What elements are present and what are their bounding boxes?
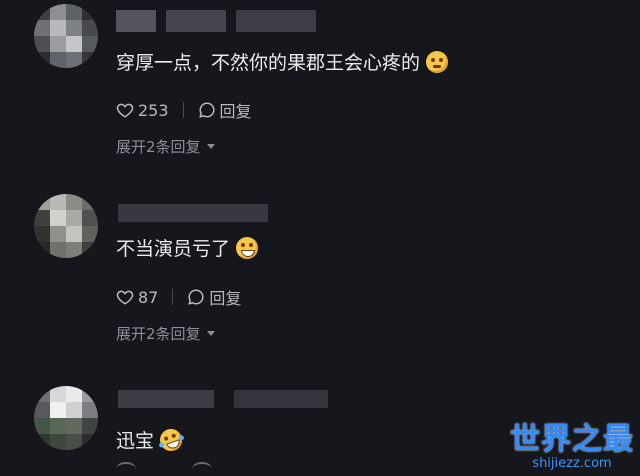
divider [172,289,174,305]
avatar[interactable] [34,194,98,258]
comment-bubble-icon [188,289,204,305]
divider [182,102,184,118]
reply-label: 回复 [209,289,242,308]
avatar[interactable] [34,4,98,68]
expand-replies-label: 展开2条回复 [116,138,201,156]
chevron-down-icon [206,144,215,149]
reply-button[interactable]: 回复 [198,98,252,122]
comment-bubble-icon [192,462,212,476]
expand-replies-label: 展开2条回复 [116,325,201,343]
heart-icon [116,103,134,118]
expand-replies-button[interactable]: 展开2条回复 [116,136,215,157]
comment-text: 迅宝 [116,425,186,454]
like-count: 253 [138,100,169,120]
reply-button[interactable]: 回复 [187,285,241,309]
watermark-title: 世界之最 [510,422,634,457]
comment-body: 迅宝 [116,430,155,452]
like-button[interactable]: 253 [116,101,169,120]
comment-text: 穿厚一点，不然你的果郡王会心疼的 [116,48,449,75]
heart-icon [116,290,134,305]
username-blurred[interactable] [116,10,316,32]
comment-text: 不当演员亏了 [116,234,259,261]
watermark-url: shijiezz.com [532,456,612,471]
like-button[interactable]: 87 [116,288,158,307]
reply-label: 回复 [219,102,252,121]
expand-replies-button[interactable]: 展开2条回复 [116,323,215,344]
comment-body: 穿厚一点，不然你的果郡王会心疼的 [116,52,421,74]
comment-bubble-icon [198,102,215,118]
avatar[interactable] [34,386,98,450]
rolling-laughing-face-icon [156,425,186,454]
comment-body: 不当演员亏了 [116,238,231,260]
heart-icon [116,462,136,476]
grinning-face-icon [236,236,259,259]
chevron-down-icon [206,331,215,336]
like-count: 87 [138,287,159,307]
username-blurred[interactable] [118,390,328,412]
username-blurred[interactable] [118,204,268,226]
watermark: 世界之最 shijiezz.com [510,414,634,471]
pleading-face-icon [426,50,449,73]
